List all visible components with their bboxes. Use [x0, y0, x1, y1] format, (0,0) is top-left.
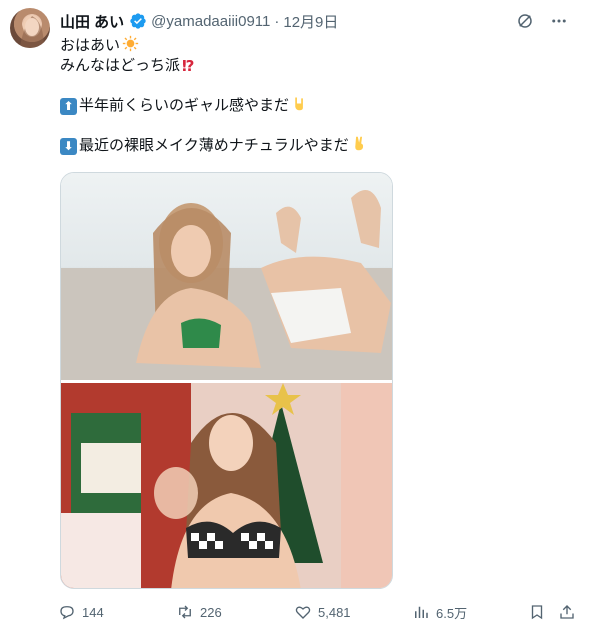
bookmark-icon: [531, 605, 543, 620]
down-arrow-icon: ⬇: [60, 137, 77, 155]
photo-beach[interactable]: [61, 173, 392, 380]
views-icon: [415, 606, 428, 618]
like-count: 5,481: [318, 604, 351, 620]
up-arrow-icon: ⬆: [60, 97, 77, 115]
user-name[interactable]: 山田 あい: [60, 11, 124, 32]
photo-christmas[interactable]: [61, 383, 392, 588]
media-grid[interactable]: [60, 172, 393, 589]
reply-count: 144: [82, 604, 104, 620]
like-icon: [295, 606, 311, 619]
share-button[interactable]: [558, 600, 576, 624]
avatar[interactable]: [10, 8, 50, 48]
repost-button[interactable]: 226: [176, 600, 222, 624]
exclamation-question-icon: ⁉: [182, 57, 195, 75]
separator: ·: [274, 12, 280, 30]
sun-icon: [122, 35, 139, 57]
like-button[interactable]: 5,481: [294, 600, 351, 624]
tweet[interactable]: 山田 あい @yamadaaiii0911 · 12月9日 おはあい みんなはど…: [0, 0, 590, 633]
share-icon: [560, 605, 574, 619]
post-date[interactable]: 12月9日: [283, 11, 338, 32]
text-line-1: おはあい: [60, 35, 560, 57]
peace-hand-icon: [351, 135, 368, 157]
more-icon[interactable]: [550, 12, 568, 30]
user-handle[interactable]: @yamadaaiii0911: [151, 13, 270, 30]
bookmark-button[interactable]: [528, 600, 546, 624]
text-line-3: ⬆ 半年前くらいのギャル感やまだ: [60, 96, 560, 116]
text-line-2: みんなはどっち派 ⁉: [60, 57, 195, 75]
views-count: 6.5万: [436, 605, 468, 621]
grok-icon[interactable]: [516, 12, 534, 30]
tweet-header: 山田 あい @yamadaaiii0911 · 12月9日: [60, 10, 580, 32]
views-button[interactable]: 6.5万: [412, 600, 467, 624]
repost-icon: [179, 605, 191, 619]
horns-hand-icon: [291, 95, 308, 117]
repost-count: 226: [200, 604, 222, 620]
action-bar: 144 226 5,481 6.5万: [58, 600, 588, 624]
reply-icon: [60, 606, 74, 620]
verified-badge-icon: [129, 12, 147, 30]
tweet-text: おはあい みんなはどっち派 ⁉ ⬆ 半年前くらいのギャル感やまだ ⬇ 最近の裸眼…: [60, 35, 560, 156]
reply-button[interactable]: 144: [58, 600, 104, 624]
text-line-4: ⬇ 最近の裸眼メイク薄めナチュラルやまだ: [60, 136, 560, 156]
